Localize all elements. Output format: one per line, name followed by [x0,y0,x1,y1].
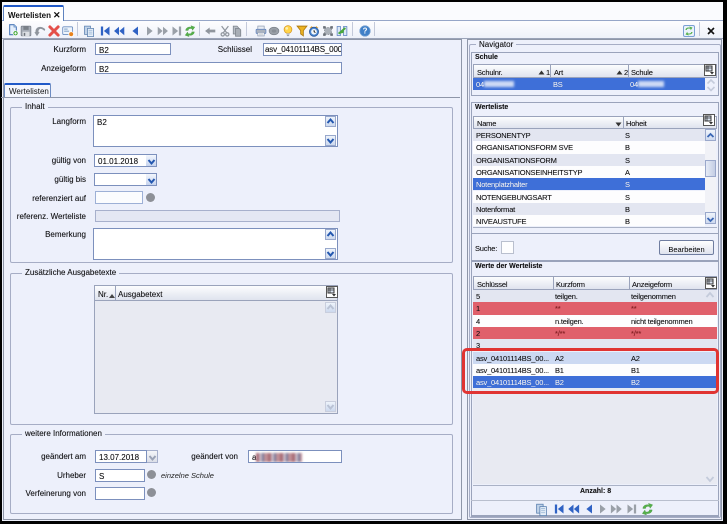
svg-text:?: ? [363,27,368,36]
